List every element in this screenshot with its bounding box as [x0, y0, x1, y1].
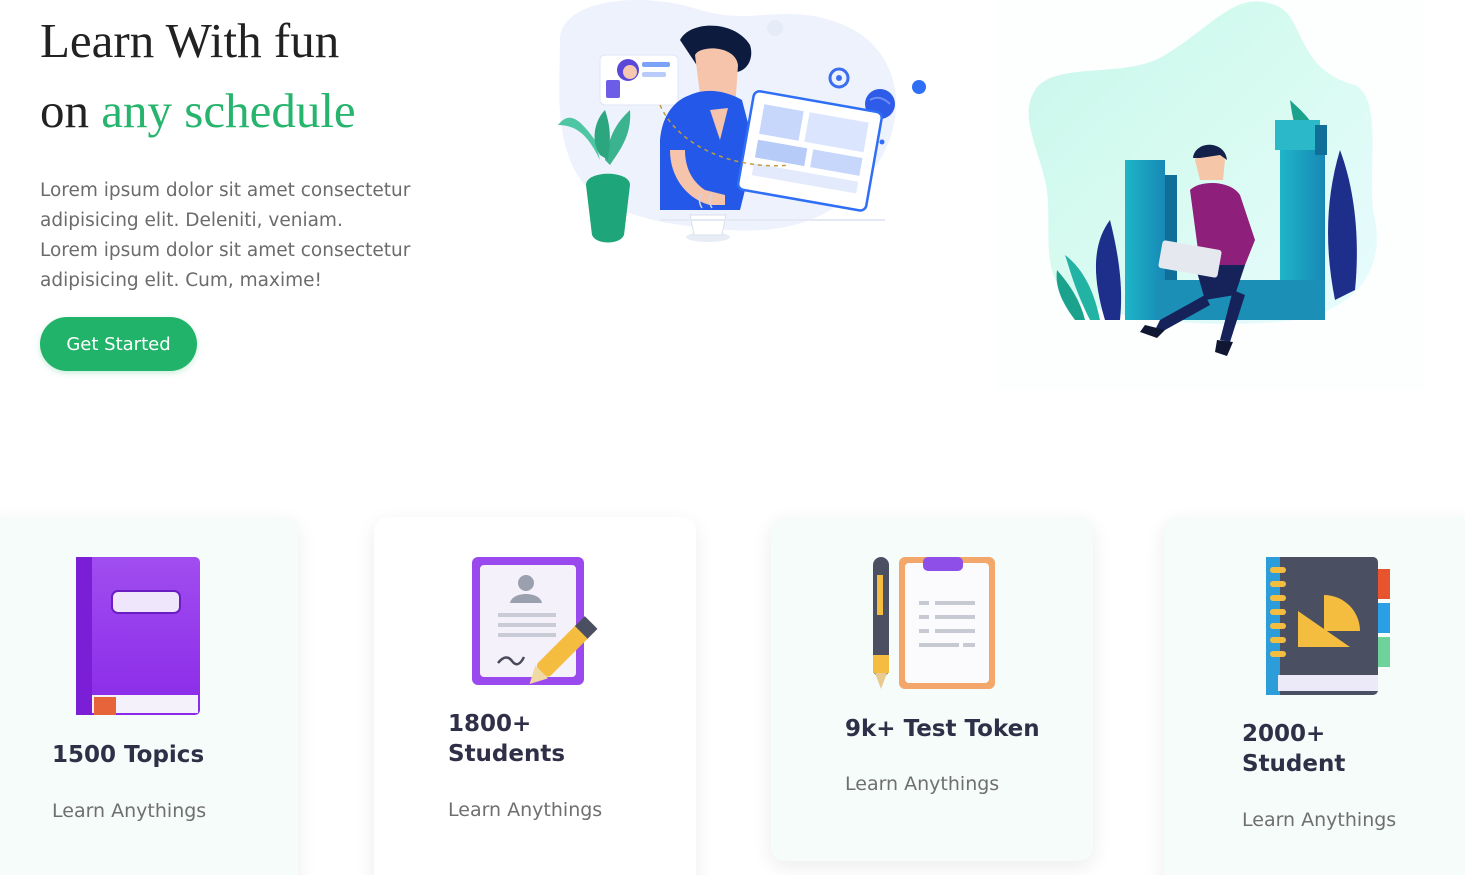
hero-description-line2: adipisicing elit. Deleniti, veniam.: [40, 210, 343, 231]
book-icon: [76, 557, 200, 715]
hero-title-line1: Learn With fun: [40, 13, 340, 68]
hero-title: Learn With fun on any schedule: [40, 6, 356, 146]
certificate-icon: [472, 557, 598, 685]
notebook-icon: [1266, 557, 1390, 695]
hero-description-line4: adipisicing elit. Cum, maxime!: [40, 270, 322, 291]
stat-subtitle: Learn Anythings: [1242, 809, 1397, 831]
stat-card: 9k+ Test Token Learn Anythings: [771, 517, 1093, 861]
stat-subtitle: Learn Anythings: [52, 800, 207, 822]
person-with-laptop-illustration: [995, 0, 1425, 390]
hero-title-line2-prefix: on: [40, 83, 102, 138]
hero-description-line3: Lorem ipsum dolor sit amet consectetur: [40, 240, 411, 261]
hero-description: Lorem ipsum dolor sit amet consectetur a…: [40, 176, 440, 296]
get-started-button[interactable]: Get Started: [40, 317, 197, 371]
stat-title: 9k+ Test Token: [845, 716, 1040, 742]
stat-card: 1800+ Students Learn Anythings: [374, 517, 696, 875]
person-at-screen-illustration: [558, 0, 926, 243]
stat-title: 1800+ Students: [448, 711, 566, 767]
stat-card: 1500 Topics Learn Anythings: [0, 517, 298, 875]
clipboard-icon: [873, 557, 995, 689]
stat-card: 2000+ Student Learn Anythings: [1164, 517, 1465, 875]
hero-description-line1: Lorem ipsum dolor sit amet consectetur: [40, 180, 411, 201]
stat-subtitle: Learn Anythings: [845, 773, 1000, 795]
stat-title: 2000+ Student: [1242, 721, 1346, 777]
hero-title-accent: any schedule: [101, 83, 356, 138]
stat-title: 1500 Topics: [52, 742, 205, 768]
stat-subtitle: Learn Anythings: [448, 799, 603, 821]
